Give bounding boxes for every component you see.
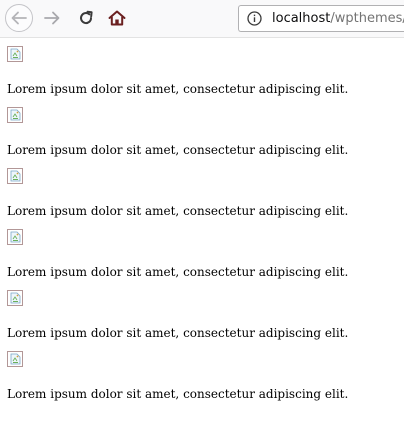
forward-button[interactable] bbox=[38, 4, 66, 32]
list-item: Lorem ipsum dolor sit amet, consectetur … bbox=[0, 160, 404, 220]
broken-image-icon bbox=[7, 229, 23, 245]
home-button[interactable] bbox=[103, 4, 131, 32]
browser-toolbar: localhost/wpthemes/ bbox=[0, 0, 404, 38]
page-content: Lorem ipsum dolor sit amet, consectetur … bbox=[0, 38, 404, 433]
broken-image-icon bbox=[7, 290, 23, 306]
arrow-left-icon bbox=[11, 11, 27, 25]
broken-image-icon bbox=[7, 107, 23, 123]
broken-image-icon bbox=[7, 351, 23, 367]
item-text: Lorem ipsum dolor sit amet, consectetur … bbox=[7, 326, 349, 340]
home-icon bbox=[108, 10, 126, 26]
broken-image-icon bbox=[7, 168, 23, 184]
back-button[interactable] bbox=[5, 4, 33, 32]
info-icon[interactable] bbox=[247, 11, 262, 26]
reload-button[interactable] bbox=[72, 4, 100, 32]
url-path: /wpthemes/ bbox=[330, 11, 404, 26]
item-text: Lorem ipsum dolor sit amet, consectetur … bbox=[7, 143, 349, 157]
url-bar[interactable]: localhost/wpthemes/ bbox=[238, 5, 404, 32]
item-text: Lorem ipsum dolor sit amet, consectetur … bbox=[7, 204, 349, 218]
item-text: Lorem ipsum dolor sit amet, consectetur … bbox=[7, 265, 349, 279]
reload-icon bbox=[80, 10, 93, 25]
broken-image-icon bbox=[7, 46, 23, 62]
list-item: Lorem ipsum dolor sit amet, consectetur … bbox=[0, 99, 404, 159]
list-item: Lorem ipsum dolor sit amet, consectetur … bbox=[0, 221, 404, 281]
arrow-right-icon bbox=[44, 11, 60, 25]
item-text: Lorem ipsum dolor sit amet, consectetur … bbox=[7, 82, 349, 96]
list-item: Lorem ipsum dolor sit amet, consectetur … bbox=[0, 282, 404, 342]
list-item: Lorem ipsum dolor sit amet, consectetur … bbox=[0, 38, 404, 98]
item-text: Lorem ipsum dolor sit amet, consectetur … bbox=[7, 387, 349, 401]
url-text: localhost/wpthemes/ bbox=[272, 6, 404, 31]
list-item: Lorem ipsum dolor sit amet, consectetur … bbox=[0, 343, 404, 403]
url-host: localhost bbox=[272, 11, 331, 26]
